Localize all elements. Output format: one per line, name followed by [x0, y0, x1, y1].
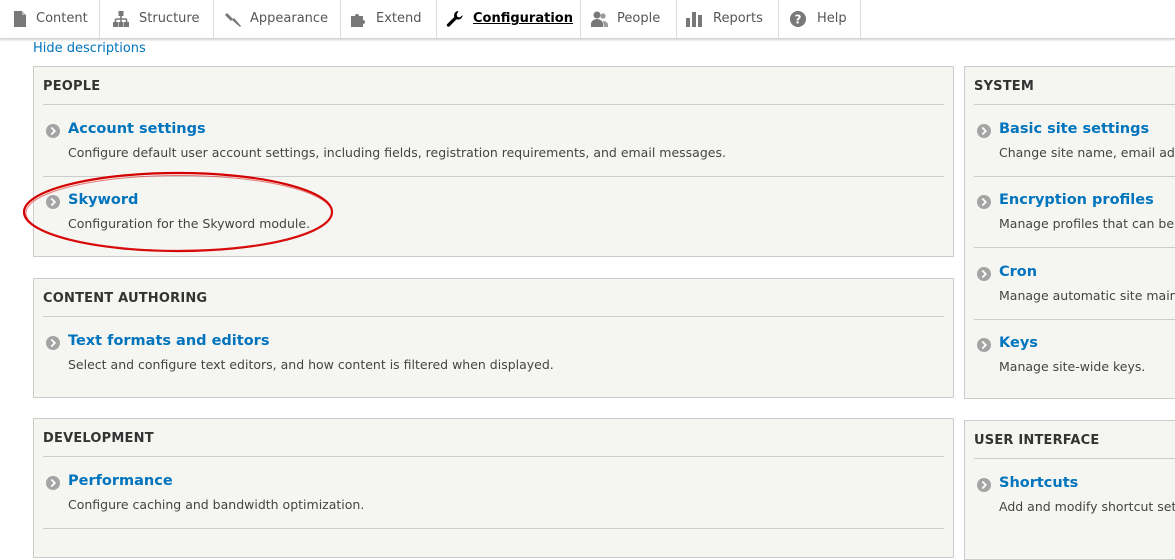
item-description: Configure caching and bandwidth optimiza…	[68, 497, 365, 512]
tab-content[interactable]: Content	[0, 0, 100, 38]
panel-title: CONTENT AUTHORING	[43, 291, 208, 306]
puzzle-icon	[351, 14, 365, 27]
tab-extend[interactable]: Extend	[341, 0, 437, 38]
question-icon: ?	[790, 11, 806, 27]
tab-help[interactable]: ? Help	[779, 0, 861, 38]
divider	[974, 176, 1175, 177]
shortcuts-link[interactable]: Shortcuts	[999, 475, 1078, 491]
chevron-right-icon	[977, 478, 991, 492]
panel-title: DEVELOPMENT	[43, 431, 154, 446]
panel-title: SYSTEM	[974, 79, 1035, 94]
item-description: Configuration for the Skyword module.	[68, 216, 311, 231]
item-description: Change site name, email add	[999, 145, 1175, 160]
paintbrush-icon	[225, 13, 241, 27]
hierarchy-icon	[113, 11, 129, 27]
cron-link[interactable]: Cron	[999, 264, 1037, 280]
panel-people: PEOPLE Account settings Configure defaul…	[33, 66, 954, 257]
item-description: Configure default user account settings,…	[68, 145, 726, 160]
tab-people[interactable]: People	[581, 0, 677, 38]
tab-structure[interactable]: Structure	[100, 0, 214, 38]
item-description: Select and configure text editors, and h…	[68, 357, 554, 372]
text-formats-link[interactable]: Text formats and editors	[68, 333, 269, 349]
chevron-right-icon	[977, 267, 991, 281]
wrench-icon	[446, 11, 463, 27]
chevron-right-icon	[46, 124, 60, 138]
chevron-right-icon	[977, 195, 991, 209]
tab-label: Help	[817, 11, 847, 26]
tab-label: Structure	[139, 11, 200, 26]
divider	[43, 176, 944, 177]
basic-site-settings-link[interactable]: Basic site settings	[999, 121, 1149, 137]
divider	[43, 456, 944, 457]
bar-chart-icon	[686, 12, 702, 27]
divider	[43, 104, 944, 105]
panel-system: SYSTEM Basic site settings Change site n…	[964, 66, 1175, 399]
divider	[43, 316, 944, 317]
chevron-right-icon	[46, 195, 60, 209]
item-description: Manage profiles that can be	[999, 216, 1175, 231]
svg-text:?: ?	[795, 12, 802, 26]
document-icon	[14, 11, 26, 27]
people-icon	[591, 11, 608, 27]
skyword-link[interactable]: Skyword	[68, 192, 138, 208]
chevron-right-icon	[46, 476, 60, 490]
chevron-right-icon	[46, 336, 60, 350]
keys-link[interactable]: Keys	[999, 335, 1038, 351]
divider	[974, 458, 1175, 459]
tab-label: People	[617, 11, 661, 26]
panel-development: DEVELOPMENT Performance Configure cachin…	[33, 418, 954, 558]
panel-title: USER INTERFACE	[974, 433, 1100, 448]
item-description: Manage site-wide keys.	[999, 359, 1146, 374]
chevron-right-icon	[977, 338, 991, 352]
tab-label: Extend	[376, 11, 422, 26]
tab-label: Reports	[713, 11, 763, 26]
item-description: Manage automatic site main	[999, 288, 1175, 303]
panel-title: PEOPLE	[43, 79, 101, 94]
tab-reports[interactable]: Reports	[677, 0, 779, 38]
account-settings-link[interactable]: Account settings	[68, 121, 206, 137]
item-description: Add and modify shortcut set	[999, 499, 1175, 514]
chevron-right-icon	[977, 124, 991, 138]
divider	[974, 104, 1175, 105]
panel-user-interface: USER INTERFACE Shortcuts Add and modify …	[964, 420, 1175, 560]
divider	[974, 319, 1175, 320]
performance-link[interactable]: Performance	[68, 473, 173, 489]
panel-content-authoring: CONTENT AUTHORING Text formats and edito…	[33, 278, 954, 398]
tab-label: Configuration	[473, 11, 573, 26]
divider	[974, 247, 1175, 248]
divider	[43, 528, 944, 529]
hide-descriptions-link[interactable]: Hide descriptions	[33, 41, 146, 56]
tab-label: Content	[36, 11, 88, 26]
tab-appearance[interactable]: Appearance	[214, 0, 341, 38]
tab-configuration[interactable]: Configuration	[437, 0, 581, 38]
encryption-profiles-link[interactable]: Encryption profiles	[999, 192, 1154, 208]
tab-label: Appearance	[250, 11, 329, 26]
admin-toolbar: Content Structure Appearance Extend Conf…	[0, 0, 1175, 39]
